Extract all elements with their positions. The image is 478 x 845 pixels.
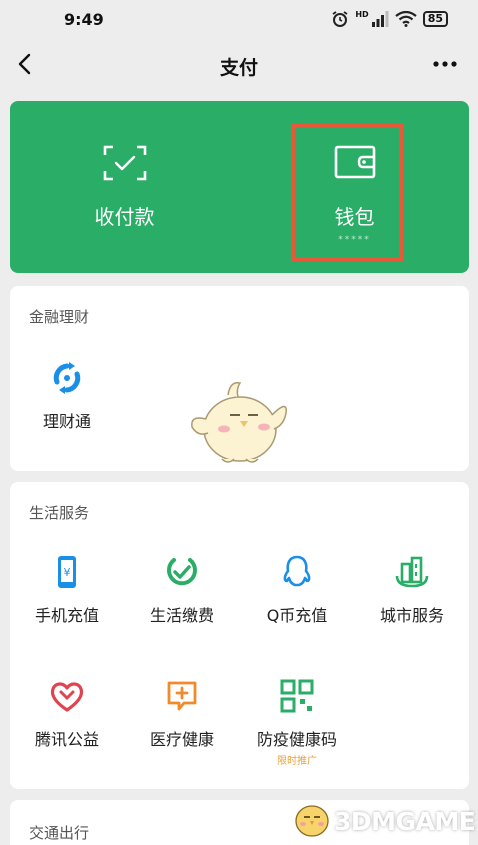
status-time: 9:49 [64,10,104,29]
page-title: 支付 [219,57,258,79]
svg-text:¥: ¥ [64,566,71,579]
finance-section-title: 金融理财 [29,308,90,326]
watermark-mascot-icon [295,805,329,837]
promo-tag: 限时推广 [277,756,317,767]
battery-indicator: 85 [422,11,448,27]
status-icons: HD 85 [331,10,448,28]
utility-bill-label: 生活缴费 [149,606,214,625]
more-button[interactable] [430,50,460,78]
city-service-label: 城市服务 [379,606,444,625]
charity-label: 腾讯公益 [34,730,99,749]
signal-icon [371,11,389,27]
nav-bar: 支付 [0,40,478,90]
service-item-licaitong[interactable]: 理财通 [10,360,124,431]
phone-recharge-icon: ¥ [58,556,76,588]
utility-bill-icon [167,558,197,586]
status-bar: 9:49 HD 85 [0,0,478,40]
city-service-icon [395,556,429,588]
health-qr-code-icon [280,679,314,713]
collect-pay-button[interactable]: 收付款 [10,101,239,273]
service-item-charity[interactable]: 腾讯公益 [10,678,124,749]
service-item-qq-coin[interactable]: Q币充值 [240,554,354,625]
service-item-medical-health[interactable]: 医疗健康 [125,678,239,749]
watermark-text: 3DMGAME [334,807,476,836]
service-item-city-service[interactable]: 城市服务 [355,554,469,625]
service-item-phone-recharge[interactable]: ¥ 手机充值 [10,554,124,625]
wifi-icon [395,11,417,27]
service-item-utility-bill[interactable]: 生活缴费 [125,554,239,625]
qq-coin-label: Q币充值 [266,606,328,625]
qq-coin-icon [283,555,311,587]
phone-recharge-label: 手机充值 [34,606,99,625]
alarm-icon [332,11,348,27]
transport-section-title: 交通出行 [29,824,90,842]
health-code-label: 防疫健康码 [256,730,337,749]
scan-frame-icon [103,145,146,181]
licaitong-icon [53,362,81,394]
collect-pay-label: 收付款 [94,205,155,229]
more-dots-icon [433,61,457,67]
life-services-section: 生活服务 ¥ 手机充值 生活缴费 Q币充值 城市服务 腾讯公益 医疗健康 防疫健… [10,482,469,789]
watermark-logo: 3DMGAME [290,795,478,845]
wallet-highlight-box [291,124,403,261]
service-item-health-code[interactable]: 防疫健康码 限时推广 [240,678,354,768]
charity-heart-icon [50,682,84,712]
licaitong-label: 理财通 [42,412,91,431]
bird-mascot-image [191,382,287,463]
network-type-label: HD [355,10,369,19]
life-services-section-title: 生活服务 [29,504,90,522]
medical-health-icon [167,681,197,711]
medical-health-label: 医疗健康 [149,730,214,749]
